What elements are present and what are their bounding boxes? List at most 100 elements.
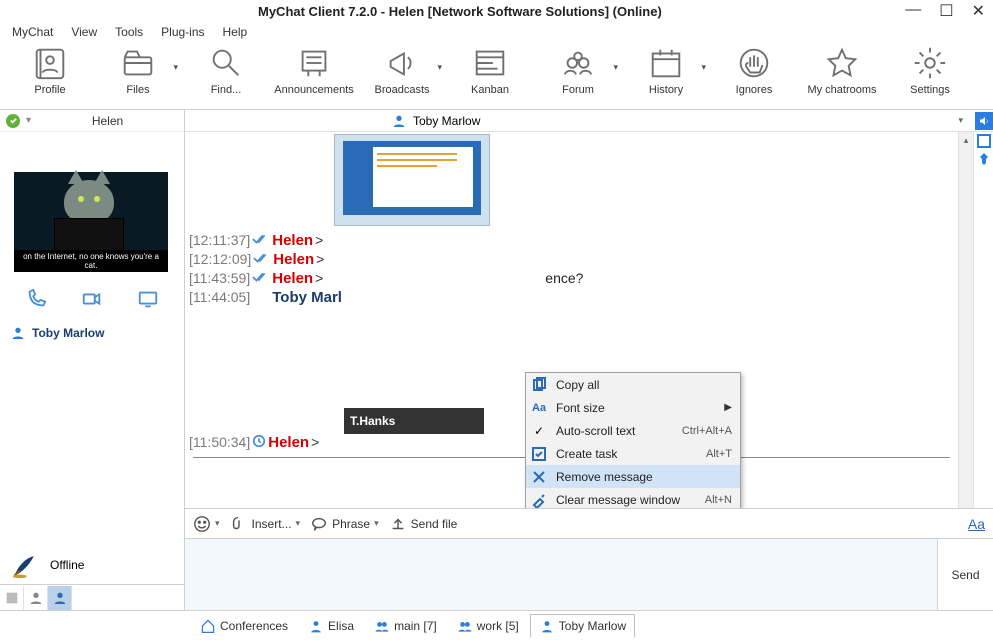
message-row[interactable]: [12:12:09] Helen> <box>189 251 954 268</box>
tool-broadcasts[interactable]: ▾ Broadcasts <box>358 44 446 96</box>
tool-label: Find... <box>211 84 242 96</box>
format-aa-button[interactable]: Aa <box>968 516 985 532</box>
chat-header: Toby Marlow ▾ <box>185 110 993 132</box>
chat-header-dropdown[interactable]: ▾ <box>958 115 969 126</box>
speaker-icon[interactable] <box>975 112 993 130</box>
copy-icon <box>530 376 548 394</box>
sender-name: Helen <box>268 434 309 451</box>
ctx-clear-window[interactable]: Clear message window Alt+N <box>526 488 740 508</box>
timestamp: [11:44:05] <box>189 289 250 305</box>
left-bottom-tabs <box>0 584 184 610</box>
tool-history[interactable]: ▾ History <box>622 44 710 96</box>
tab-elisa[interactable]: Elisa <box>299 614 363 638</box>
left-tab-2[interactable] <box>24 586 48 610</box>
calendar-icon <box>647 44 685 82</box>
dropdown-icon[interactable]: ▾ <box>173 62 178 73</box>
ctx-label: Auto-scroll text <box>556 424 674 438</box>
close-icon <box>530 468 548 486</box>
sender-name: Helen <box>273 251 314 268</box>
dropdown-icon[interactable]: ▾ <box>701 62 706 73</box>
timestamp: [12:11:37] <box>189 232 250 248</box>
menu-view[interactable]: View <box>65 23 103 41</box>
tab-main[interactable]: main [7] <box>365 614 446 638</box>
ctx-label: Create task <box>556 447 698 461</box>
tab-label: Toby Marlow <box>559 619 626 633</box>
emoji-button[interactable]: ▾ <box>193 515 220 533</box>
star-icon <box>823 44 861 82</box>
image-thumbnail[interactable] <box>334 134 490 226</box>
send-label: Send <box>951 568 979 582</box>
tool-settings[interactable]: Settings <box>886 44 974 96</box>
hand-stop-icon <box>735 44 773 82</box>
menu-mychat[interactable]: MyChat <box>6 23 59 41</box>
person-icon <box>391 113 407 129</box>
status-dropdown-icon[interactable]: ▾ <box>26 115 31 126</box>
avatar-caption: on the Internet, no one knows you're a c… <box>14 250 168 272</box>
compose-area: Send <box>185 538 993 610</box>
tool-kanban[interactable]: Kanban <box>446 44 534 96</box>
main-toolbar: Profile ▾ Files Find... Announcements ▾ … <box>0 42 993 110</box>
files-icon <box>119 44 157 82</box>
tool-forum[interactable]: ▾ Forum <box>534 44 622 96</box>
rail-pin-icon[interactable] <box>975 152 993 166</box>
timestamp: [12:12:09] <box>189 251 251 267</box>
image-thumbnail-2[interactable]: T.Hanks <box>344 408 484 434</box>
tool-ignores[interactable]: Ignores <box>710 44 798 96</box>
ctx-font-size[interactable]: Aa Font size ▶ <box>526 396 740 419</box>
window-title: MyChat Client 7.2.0 - Helen [Network Sof… <box>258 4 662 19</box>
avatar-image[interactable]: on the Internet, no one knows you're a c… <box>14 172 168 272</box>
insert-button[interactable]: Insert...▾ <box>230 515 301 533</box>
insert-label: Insert... <box>252 517 292 531</box>
contact-item[interactable]: Toby Marlow <box>0 319 184 347</box>
title-bar: MyChat Client 7.2.0 - Helen [Network Sof… <box>0 0 993 22</box>
thumb-caption: T.Hanks <box>350 414 395 428</box>
menu-tools[interactable]: Tools <box>109 23 149 41</box>
phrase-label: Phrase <box>332 517 370 531</box>
left-tab-3[interactable] <box>48 586 72 610</box>
rail-square-icon[interactable] <box>975 134 993 148</box>
left-tab-1[interactable] <box>0 586 24 610</box>
tool-announcements[interactable]: Announcements <box>270 44 358 96</box>
message-row[interactable]: [11:43:59] Helen> ence? <box>189 270 954 287</box>
menu-plugins[interactable]: Plug-ins <box>155 23 210 41</box>
screen-icon[interactable] <box>137 288 159 313</box>
tab-toby[interactable]: Toby Marlow <box>530 614 635 638</box>
tab-work[interactable]: work [5] <box>448 614 528 638</box>
message-row[interactable]: [12:11:37] Helen> <box>189 232 954 249</box>
sendfile-button[interactable]: Send file <box>389 515 458 533</box>
ctx-autoscroll[interactable]: ✓ Auto-scroll text Ctrl+Alt+A <box>526 419 740 442</box>
quill-icon <box>10 551 40 579</box>
call-icon[interactable] <box>25 288 47 313</box>
own-username: Helen <box>37 114 178 128</box>
timestamp: [11:43:59] <box>189 270 250 286</box>
scrollbar[interactable]: ▴ <box>958 132 973 508</box>
message-input[interactable] <box>185 539 937 610</box>
menu-help[interactable]: Help <box>217 23 254 41</box>
dropdown-icon[interactable]: ▾ <box>437 62 442 73</box>
read-tick-icon <box>252 232 270 246</box>
phrase-button[interactable]: Phrase▾ <box>310 515 379 533</box>
status-offline-row[interactable]: Offline <box>0 544 184 584</box>
pending-clock-icon <box>252 434 266 451</box>
maximize-button[interactable]: ☐ <box>939 1 953 21</box>
sendfile-label: Send file <box>411 517 458 531</box>
tool-find[interactable]: Find... <box>182 44 270 96</box>
video-icon[interactable] <box>81 288 103 313</box>
ctx-remove-message[interactable]: Remove message <box>526 465 740 488</box>
contact-action-bar <box>0 278 184 319</box>
person-icon <box>10 325 26 341</box>
dropdown-icon[interactable]: ▾ <box>613 62 618 73</box>
ctx-copy-all[interactable]: Copy all <box>526 373 740 396</box>
ctx-create-task[interactable]: Create task Alt+T <box>526 442 740 465</box>
tool-chatrooms[interactable]: My chatrooms <box>798 44 886 96</box>
send-button[interactable]: Send <box>937 539 993 610</box>
scroll-up-icon[interactable]: ▴ <box>959 132 973 148</box>
own-status-row[interactable]: ▾ Helen <box>0 110 184 132</box>
minimize-button[interactable]: ― <box>905 1 921 21</box>
message-row[interactable]: [11:44:05] Toby Marl <box>189 289 954 306</box>
tool-profile[interactable]: Profile <box>6 44 94 96</box>
close-button[interactable]: ✕ <box>972 1 985 21</box>
tool-files[interactable]: ▾ Files <box>94 44 182 96</box>
tab-conferences[interactable]: Conferences <box>191 614 297 638</box>
tool-label: Announcements <box>274 84 354 96</box>
